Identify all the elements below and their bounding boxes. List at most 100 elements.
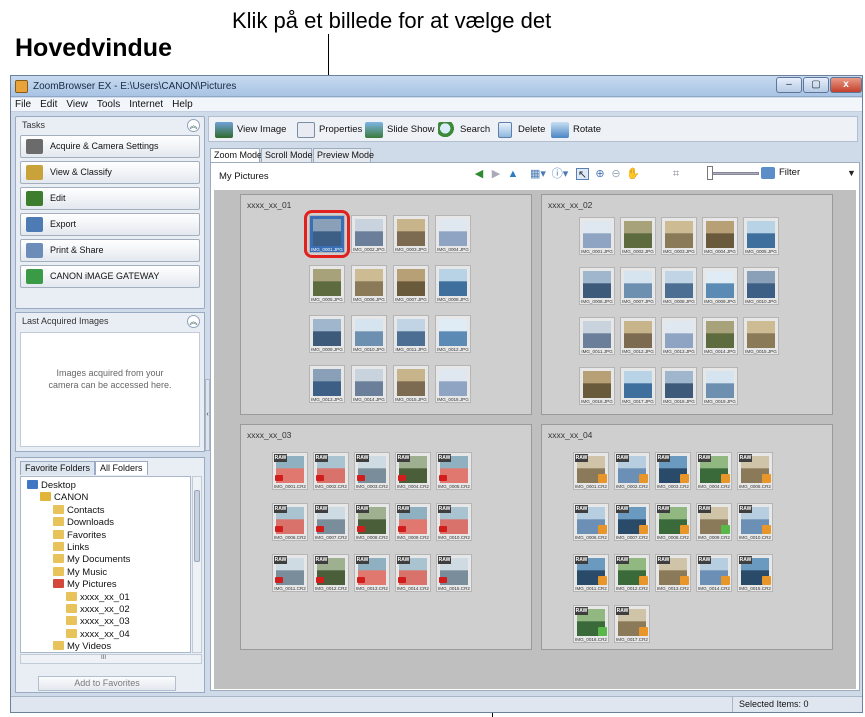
thumbnail[interactable]: RAW IMG_0002.CR2 <box>313 452 349 490</box>
thumbnail[interactable]: IMG_0009.JPG <box>702 267 738 305</box>
thumbnail[interactable]: IMG_0012.JPG <box>435 315 471 353</box>
thumbnail[interactable]: RAW IMG_0009.CR2 <box>395 503 431 541</box>
thumbnail[interactable]: IMG_0017.JPG <box>620 367 656 405</box>
tree-item[interactable]: My Music <box>53 566 107 579</box>
thumbnail[interactable]: RAW IMG_0014.CR2 <box>395 554 431 592</box>
thumbnail[interactable]: RAW IMG_0007.CR2 <box>614 503 650 541</box>
thumbnail[interactable]: IMG_0002.JPG <box>351 215 387 253</box>
task-print-share-button[interactable]: Print & Share <box>20 239 200 262</box>
thumbnail[interactable]: IMG_0014.JPG <box>351 365 387 403</box>
thumbnail-size-slider[interactable] <box>707 172 759 175</box>
thumbnail[interactable]: IMG_0011.JPG <box>579 317 615 355</box>
tab-all-folders[interactable]: All Folders <box>95 461 148 475</box>
menu-internet[interactable]: Internet <box>125 98 168 110</box>
thumbnail[interactable]: IMG_0015.JPG <box>393 365 429 403</box>
tree-horizontal-scrollbar[interactable]: III <box>20 654 202 664</box>
menu-edit[interactable]: Edit <box>36 98 62 110</box>
scroll-thumb[interactable] <box>194 490 200 562</box>
rotate-button[interactable]: Rotate <box>551 121 601 139</box>
info-icon[interactable]: ⓘ▾ <box>551 168 569 180</box>
thumbnail[interactable]: RAW IMG_0010.CR2 <box>436 503 472 541</box>
thumbnail[interactable]: RAW IMG_0015.CR2 <box>737 554 773 592</box>
pointer-icon[interactable]: ↖ <box>576 168 589 181</box>
tree-item[interactable]: My Videos <box>53 641 111 652</box>
thumbnail[interactable]: IMG_0003.JPG <box>393 215 429 253</box>
thumbnail[interactable]: RAW IMG_0002.CR2 <box>614 452 650 490</box>
task-acquire-button[interactable]: Acquire & Camera Settings <box>20 135 200 158</box>
hand-icon[interactable]: ✋ <box>626 168 640 180</box>
thumbnail[interactable]: IMG_0003.JPG <box>661 217 697 255</box>
task-edit-button[interactable]: Edit <box>20 187 200 210</box>
thumbnail[interactable]: RAW IMG_0008.CR2 <box>354 503 390 541</box>
forward-icon[interactable]: ▶ <box>490 168 502 180</box>
thumbnail[interactable]: RAW IMG_0013.CR2 <box>655 554 691 592</box>
properties-button[interactable]: Properties <box>297 121 362 139</box>
thumbnail[interactable]: IMG_0002.JPG <box>620 217 656 255</box>
thumbnail[interactable]: IMG_0005.JPG <box>743 217 779 255</box>
thumbnail[interactable]: IMG_0006.JPG <box>351 265 387 303</box>
chevron-down-icon[interactable]: ▼ <box>847 168 856 178</box>
thumbnail[interactable]: IMG_0008.JPG <box>435 265 471 303</box>
view-image-button[interactable]: View Image <box>215 121 286 139</box>
tree-item[interactable]: CANON <box>40 492 88 504</box>
thumbnail[interactable]: IMG_0010.JPG <box>351 315 387 353</box>
tree-item[interactable]: Links <box>53 542 89 554</box>
tree-item[interactable]: Downloads <box>53 517 114 529</box>
collapse-icon[interactable]: ︽ <box>187 315 200 328</box>
tab-scroll-mode[interactable]: Scroll Mode <box>261 148 313 162</box>
thumbnail[interactable]: IMG_0007.JPG <box>620 267 656 305</box>
thumbnail[interactable]: IMG_0018.JPG <box>661 367 697 405</box>
task-image-gateway-button[interactable]: CANON iMAGE GATEWAY <box>20 265 200 288</box>
task-export-button[interactable]: Export <box>20 213 200 236</box>
delete-button[interactable]: Delete <box>496 121 545 139</box>
tree-item[interactable]: xxxx_xx_01 <box>66 591 130 604</box>
thumbnail[interactable]: IMG_0009.JPG <box>309 315 345 353</box>
thumbnail[interactable]: RAW IMG_0010.CR2 <box>737 503 773 541</box>
thumbnail[interactable]: RAW IMG_0015.CR2 <box>436 554 472 592</box>
tab-preview-mode[interactable]: Preview Mode <box>313 148 374 162</box>
thumbnail[interactable]: RAW IMG_0001.CR2 <box>573 452 609 490</box>
slider-handle[interactable] <box>707 166 713 180</box>
thumbnail[interactable]: IMG_0004.JPG <box>702 217 738 255</box>
thumbnail[interactable]: IMG_0008.JPG <box>661 267 697 305</box>
tab-zoom-mode[interactable]: Zoom Mode <box>210 148 262 163</box>
fit-icon[interactable]: ⌗ <box>669 168 683 180</box>
tree-item[interactable]: xxxx_xx_04 <box>66 628 130 641</box>
thumbnail[interactable]: IMG_0007.JPG <box>393 265 429 303</box>
tree-item[interactable]: My Pictures <box>53 579 117 591</box>
menu-file[interactable]: File <box>11 98 36 110</box>
thumbnail[interactable]: IMG_0016.JPG <box>435 365 471 403</box>
close-button[interactable]: x <box>830 77 862 93</box>
tree-item[interactable]: Contacts <box>53 504 105 517</box>
slide-show-button[interactable]: Slide Show <box>365 121 435 139</box>
thumbnail[interactable]: RAW IMG_0012.CR2 <box>614 554 650 592</box>
zoom-out-icon[interactable]: ⊖ <box>610 168 622 180</box>
thumbnail[interactable]: RAW IMG_0003.CR2 <box>655 452 691 490</box>
thumbnail[interactable]: IMG_0010.JPG <box>743 267 779 305</box>
tree-item[interactable]: xxxx_xx_03 <box>66 616 130 628</box>
tab-favorite-folders[interactable]: Favorite Folders <box>20 461 96 475</box>
thumbnail[interactable]: IMG_0014.JPG <box>702 317 738 355</box>
thumbnail[interactable]: RAW IMG_0004.CR2 <box>395 452 431 490</box>
thumbnail[interactable]: RAW IMG_0013.CR2 <box>354 554 390 592</box>
tree-vertical-scrollbar[interactable] <box>192 476 202 653</box>
thumbnail[interactable]: IMG_0011.JPG <box>393 315 429 353</box>
thumbnail[interactable]: RAW IMG_0006.CR2 <box>272 503 308 541</box>
thumbnail[interactable]: RAW IMG_0005.CR2 <box>436 452 472 490</box>
thumbnail[interactable]: IMG_0013.JPG <box>661 317 697 355</box>
menu-view[interactable]: View <box>62 98 93 110</box>
thumbnail[interactable]: RAW IMG_0006.CR2 <box>573 503 609 541</box>
thumbnail[interactable]: IMG_0001.JPG <box>579 217 615 255</box>
up-icon[interactable]: ▲ <box>507 168 519 180</box>
thumbnail[interactable]: IMG_0006.JPG <box>579 267 615 305</box>
thumbnail[interactable]: IMG_0004.JPG <box>435 215 471 253</box>
thumbnail[interactable]: RAW IMG_0004.CR2 <box>696 452 732 490</box>
task-view-classify-button[interactable]: View & Classify <box>20 161 200 184</box>
thumbnail[interactable]: RAW IMG_0017.CR2 <box>614 605 650 643</box>
thumbnail[interactable]: RAW IMG_0008.CR2 <box>655 503 691 541</box>
thumbnail[interactable]: RAW IMG_0016.CR2 <box>573 605 609 643</box>
thumbnail[interactable]: RAW IMG_0014.CR2 <box>696 554 732 592</box>
tree-item[interactable]: xxxx_xx_02 <box>66 604 130 616</box>
thumbnail[interactable]: RAW IMG_0001.CR2 <box>272 452 308 490</box>
back-icon[interactable]: ◀ <box>473 168 485 180</box>
